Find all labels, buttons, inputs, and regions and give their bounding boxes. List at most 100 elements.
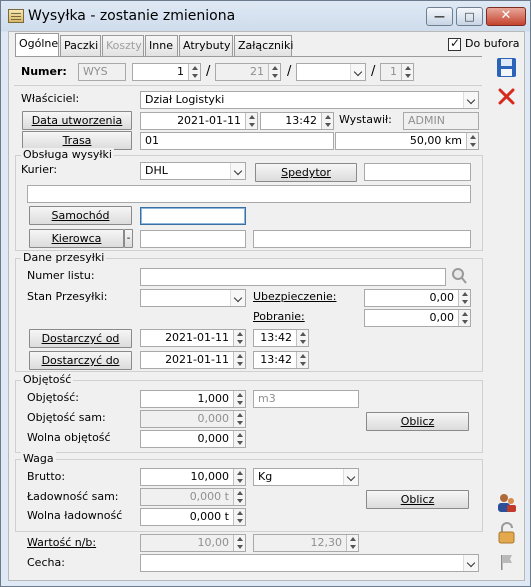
number-separator-3: / [371, 64, 376, 79]
capacity-value: 0,000 t [189, 490, 229, 503]
chevron-down-icon[interactable] [230, 163, 245, 179]
volume-field[interactable]: 1,000 [140, 390, 246, 408]
forwarder-button-label: Spedytor [281, 166, 331, 179]
chevron-down-icon[interactable] [343, 469, 358, 485]
tab-atrybuty[interactable]: Atrybuty [179, 35, 233, 56]
creation-date-button[interactable]: Data utworzenia [22, 111, 132, 130]
deliver-to-button[interactable]: Dostarczyć do [29, 351, 132, 370]
deliver-from-date-value: 2021-01-11 [165, 331, 229, 344]
forwarder-field[interactable] [364, 163, 471, 181]
to-buffer-checkbox[interactable] [448, 36, 461, 51]
users-button[interactable] [495, 491, 518, 514]
creation-time-field[interactable]: 13:42 [260, 112, 334, 130]
insurance-field[interactable]: 0,00 [364, 289, 471, 307]
deliver-to-time-field[interactable]: 13:42 [253, 351, 309, 369]
flag-button[interactable] [495, 551, 518, 574]
chevron-down-icon[interactable] [463, 92, 478, 108]
spin-arrows-icon [268, 64, 280, 80]
minimize-button[interactable]: — [426, 7, 453, 26]
deliver-to-time-value: 13:42 [260, 353, 292, 366]
address-field[interactable] [27, 185, 471, 203]
deliver-to-date-field[interactable]: 2021-01-11 [140, 351, 246, 369]
spin-arrows-icon[interactable] [233, 469, 245, 485]
number-sequence-field[interactable]: 1 [132, 63, 201, 81]
route-distance-field[interactable]: 50,00 km [335, 132, 479, 150]
volume-label: Objętość: [27, 391, 79, 404]
tab-zalaczniki[interactable]: Załączniki [234, 35, 293, 56]
volume-own-field: 0,000 [140, 410, 246, 428]
capacity-label: Ładowność sam: [27, 490, 119, 503]
driver-extra-field [253, 230, 471, 248]
chevron-down-icon[interactable] [463, 555, 478, 571]
flag-icon [501, 555, 512, 570]
spin-arrows-icon[interactable] [321, 113, 333, 129]
spin-arrows-icon[interactable] [233, 391, 245, 407]
spin-arrows-icon[interactable] [458, 310, 470, 326]
volume-own-label: Objętość sam: [27, 411, 106, 424]
deliver-from-date-field[interactable]: 2021-01-11 [140, 329, 246, 347]
owner-select[interactable]: Dział Logistyki [140, 91, 479, 109]
deliver-from-button[interactable]: Dostarczyć od [29, 329, 132, 348]
net-value: 10,00 [197, 536, 230, 549]
tab-paczki[interactable]: Paczki [60, 35, 101, 56]
vehicle-field[interactable] [140, 207, 246, 225]
feature-select[interactable] [140, 554, 479, 572]
volume-title: Objętość [21, 373, 74, 387]
gross-weight-field[interactable]: 10,000 [140, 468, 246, 486]
spin-arrows-icon[interactable] [245, 113, 257, 129]
spin-arrows-icon[interactable] [466, 133, 478, 149]
deliver-from-time-field[interactable]: 13:42 [253, 329, 309, 347]
shipment-status-select[interactable] [140, 289, 246, 307]
driver-dash-button[interactable]: - [124, 229, 133, 248]
volume-unit-field: m3 [253, 390, 359, 408]
spin-arrows-icon[interactable] [296, 330, 308, 346]
shipment-data-title: Dane przesyłki [21, 251, 107, 265]
chevron-down-icon[interactable] [350, 64, 365, 80]
free-capacity-field[interactable]: 0,000 t [140, 508, 246, 526]
owner-value: Dział Logistyki [145, 93, 225, 106]
unlock-button[interactable] [495, 522, 518, 545]
delete-button[interactable] [495, 85, 518, 108]
capacity-field: 0,000 t [140, 488, 246, 506]
creation-date-field[interactable]: 2021-01-11 [140, 112, 258, 130]
driver-field[interactable] [140, 230, 246, 248]
spin-arrows-icon[interactable] [233, 330, 245, 346]
spin-arrows-icon[interactable] [233, 352, 245, 368]
route-field[interactable]: 01 [140, 132, 334, 150]
minimize-icon: — [434, 10, 445, 23]
driver-button[interactable]: Kierowca [29, 229, 124, 248]
tab-inne[interactable]: Inne [145, 35, 178, 56]
chevron-down-icon[interactable] [230, 290, 245, 306]
net-gross-value-label-text: Wartość n/b: [27, 536, 97, 549]
courier-select[interactable]: DHL [140, 162, 246, 180]
spin-arrows-icon[interactable] [296, 352, 308, 368]
tab-divider [15, 56, 482, 57]
close-window-button[interactable]: ✕ [486, 7, 526, 26]
shipment-status-label: Stan Przesyłki: [27, 290, 108, 303]
tab-ogolne[interactable]: Ogólne [15, 33, 59, 56]
volume-free-field[interactable]: 0,000 [140, 430, 246, 448]
creation-date-button-label: Data utworzenia [31, 114, 123, 127]
forwarder-button[interactable]: Spedytor [255, 163, 357, 182]
tracking-search-button[interactable] [450, 266, 468, 286]
shipment-app-icon [8, 9, 24, 23]
spin-arrows-icon[interactable] [233, 509, 245, 525]
spin-arrows-icon [233, 411, 245, 427]
weight-unit-select[interactable]: Kg [253, 468, 359, 486]
vehicle-button[interactable]: Samochód [29, 206, 132, 225]
number-sequence-value: 1 [177, 65, 184, 78]
number-series-select[interactable] [296, 63, 366, 81]
maximize-button[interactable]: □ [456, 7, 483, 26]
title-bar: Wysyłka - zostanie zmieniona — □ ✕ [1, 1, 530, 31]
volume-calc-button[interactable]: Oblicz [366, 412, 469, 431]
spin-arrows-icon[interactable] [233, 431, 245, 447]
spin-arrows-icon[interactable] [188, 64, 200, 80]
save-button[interactable] [495, 56, 518, 79]
feature-label: Cecha: [27, 556, 65, 569]
cod-field[interactable]: 0,00 [364, 309, 471, 327]
issued-by-label: Wystawił: [339, 113, 392, 126]
tracking-number-field[interactable] [140, 268, 446, 286]
number-prefix-field: WYS [78, 63, 126, 81]
spin-arrows-icon[interactable] [458, 290, 470, 306]
weight-calc-button[interactable]: Oblicz [366, 490, 469, 509]
